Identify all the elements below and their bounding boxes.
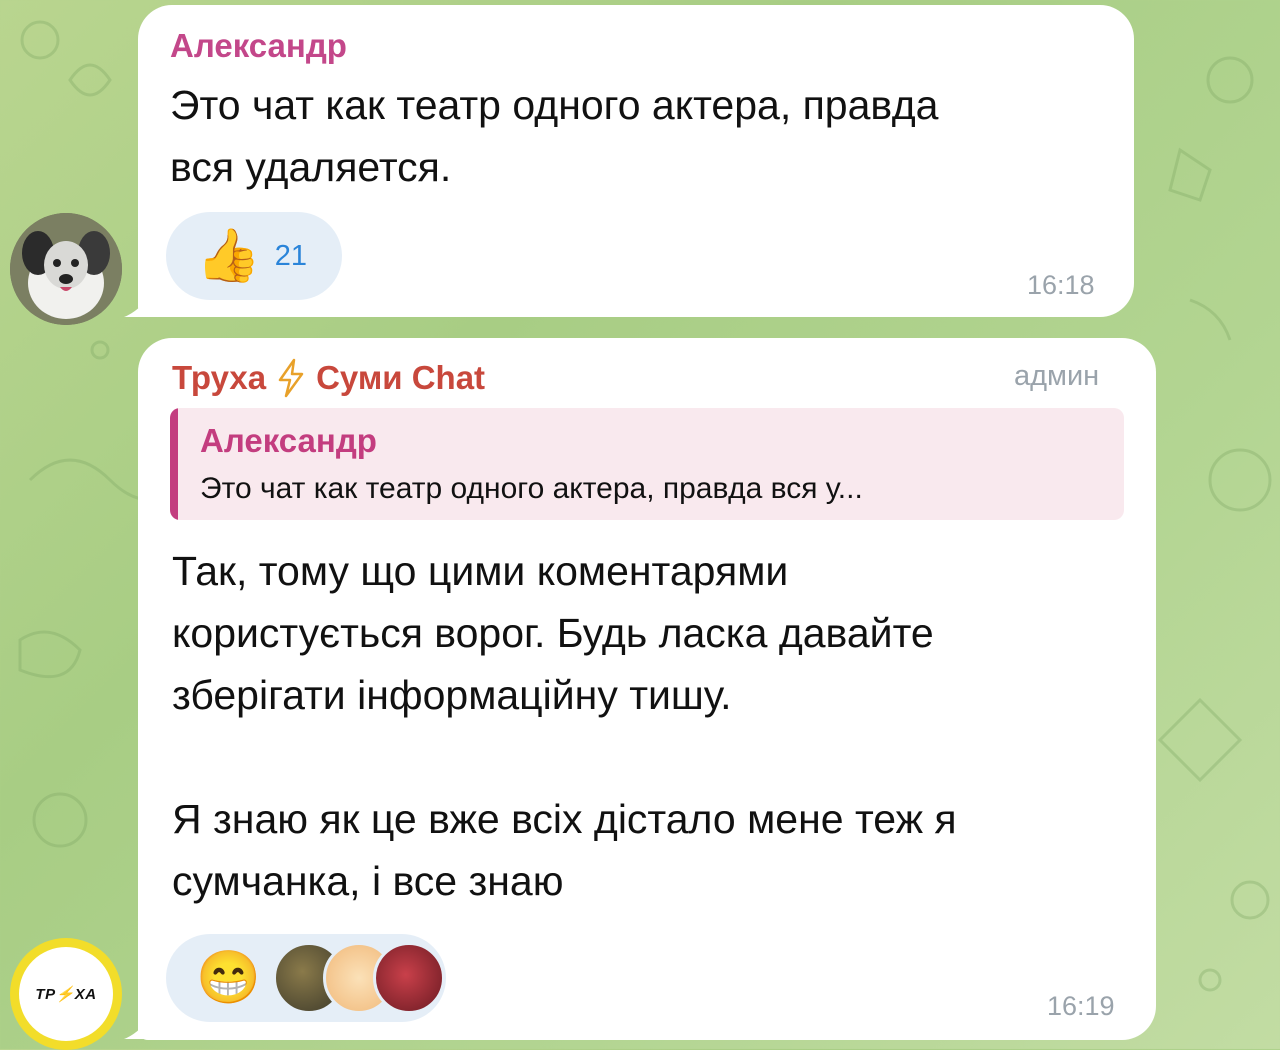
quote-sender: Александр	[200, 422, 377, 459]
reactor-avatars	[272, 942, 445, 1014]
sender-name-part: Суми Chat	[316, 359, 486, 396]
message-line: Я знаю як це вже всіх дістало мене теж я	[172, 796, 957, 842]
message-text: Так, тому що цими коментарями користуєть…	[172, 540, 957, 912]
lightning-icon	[278, 358, 304, 398]
sender-name[interactable]: Александр	[170, 27, 347, 65]
reaction-chip[interactable]: 👍 21	[166, 212, 342, 300]
message-line: Это чат как театр одного актера, правда	[170, 82, 939, 128]
reply-quote[interactable]: Александр Это чат как театр одного актер…	[170, 408, 1124, 520]
dog-avatar[interactable]	[10, 213, 122, 325]
message-line: сумчанка, і все знаю	[172, 858, 564, 904]
grinning-face-icon: 😁	[196, 949, 261, 1007]
message-line: зберігати інформаційну тишу.	[172, 672, 732, 718]
sender-name[interactable]: Труха Суми Chat	[172, 358, 485, 398]
message-text: Это чат как театр одного актера, правда …	[170, 74, 938, 198]
admin-badge: админ	[1014, 360, 1100, 392]
truha-logo: ТР⚡ХА	[35, 986, 97, 1003]
reaction-count: 21	[274, 239, 308, 272]
truha-avatar[interactable]: ТР⚡ХА	[10, 938, 122, 1050]
avatar-inner: ТР⚡ХА	[19, 947, 113, 1041]
reaction-chip[interactable]: 😁	[166, 934, 446, 1022]
message-time: 16:18	[1027, 270, 1095, 300]
message-line: вся удаляется.	[170, 144, 452, 190]
reactor-avatar	[372, 942, 445, 1014]
message-line: Так, тому що цими коментарями	[172, 548, 789, 594]
message-line: користується ворог. Будь ласка давайте	[172, 610, 934, 656]
quote-accent-bar	[170, 408, 178, 520]
quote-text: Это чат как театр одного актера, правда …	[200, 472, 863, 505]
dog-icon	[10, 213, 122, 325]
sender-name-part: Труха	[172, 359, 267, 396]
thumbs-up-icon: 👍	[196, 227, 261, 285]
message-time: 16:19	[1047, 991, 1115, 1021]
